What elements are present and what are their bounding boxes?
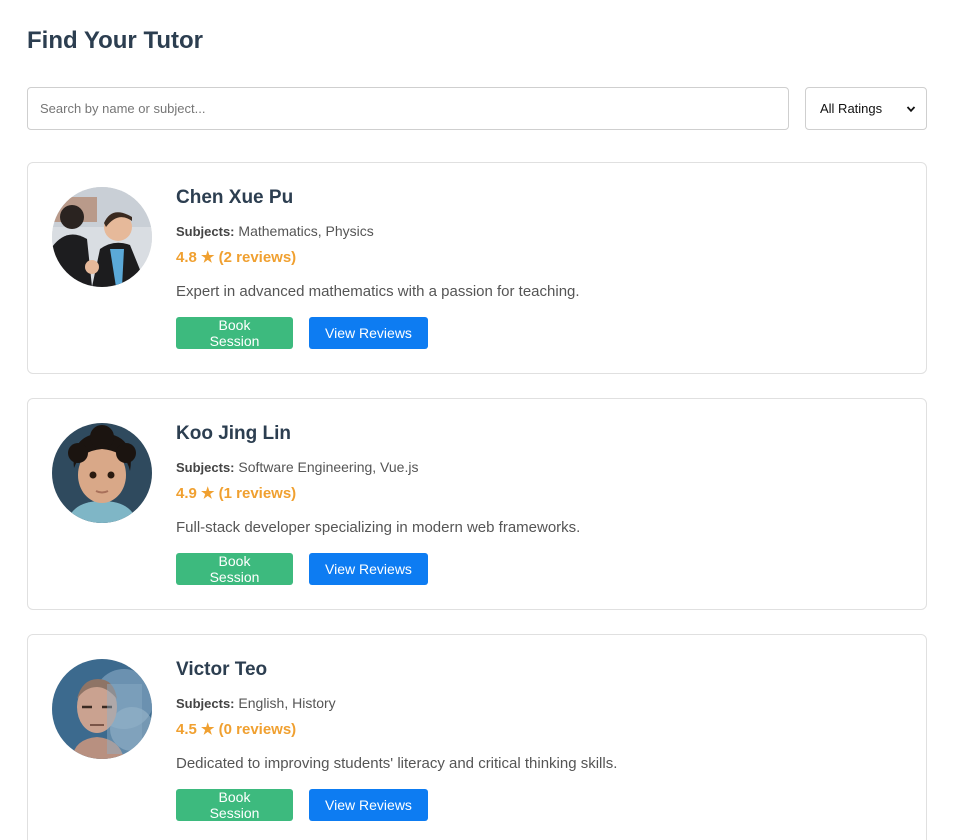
tutor-info: Victor Teo Subjects: English, History 4.… bbox=[176, 659, 896, 821]
tutor-rating: 4.8 ★ (2 reviews) bbox=[176, 249, 297, 266]
tutor-avatar bbox=[52, 187, 152, 287]
rating-filter-value: All Ratings bbox=[820, 101, 883, 116]
tutor-bio: Expert in advanced mathematics with a pa… bbox=[176, 283, 580, 300]
tutor-card: Victor Teo Subjects: English, History 4.… bbox=[27, 634, 927, 840]
tutor-rating: 4.5 ★ (0 reviews) bbox=[176, 721, 297, 738]
tutor-card: Chen Xue Pu Subjects: Mathematics, Physi… bbox=[27, 162, 927, 374]
tutor-name: Victor Teo bbox=[176, 659, 268, 680]
view-reviews-button[interactable]: View Reviews bbox=[309, 317, 428, 349]
subjects-value: English, History bbox=[238, 695, 336, 711]
subjects-label: Subjects: bbox=[176, 460, 235, 475]
book-session-button[interactable]: Book Session bbox=[176, 789, 293, 821]
tutor-info: Chen Xue Pu Subjects: Mathematics, Physi… bbox=[176, 187, 896, 349]
tutor-actions: Book Session View Reviews bbox=[176, 789, 896, 821]
book-session-button[interactable]: Book Session bbox=[176, 553, 293, 585]
tutor-list: Chen Xue Pu Subjects: Mathematics, Physi… bbox=[27, 162, 927, 840]
tutor-subjects: Subjects: Mathematics, Physics bbox=[176, 222, 896, 241]
book-session-button[interactable]: Book Session bbox=[176, 317, 293, 349]
tutor-card: Koo Jing Lin Subjects: Software Engineer… bbox=[27, 398, 927, 610]
subjects-label: Subjects: bbox=[176, 224, 235, 239]
tutor-actions: Book Session View Reviews bbox=[176, 553, 896, 585]
tutor-name: Chen Xue Pu bbox=[176, 187, 294, 208]
tutor-bio: Full-stack developer specializing in mod… bbox=[176, 519, 581, 536]
rating-filter-select[interactable]: All Ratings bbox=[805, 87, 927, 130]
page-title: Find Your Tutor bbox=[27, 27, 203, 54]
subjects-label: Subjects: bbox=[176, 696, 235, 711]
search-input[interactable] bbox=[27, 87, 789, 130]
view-reviews-button[interactable]: View Reviews bbox=[309, 789, 428, 821]
tutor-actions: Book Session View Reviews bbox=[176, 317, 896, 349]
subjects-value: Mathematics, Physics bbox=[238, 223, 374, 239]
subjects-value: Software Engineering, Vue.js bbox=[238, 459, 419, 475]
chevron-down-icon bbox=[906, 105, 916, 112]
view-reviews-button[interactable]: View Reviews bbox=[309, 553, 428, 585]
tutor-avatar bbox=[52, 423, 152, 523]
tutor-info: Koo Jing Lin Subjects: Software Engineer… bbox=[176, 423, 896, 585]
tutor-avatar bbox=[52, 659, 152, 759]
tutor-bio: Dedicated to improving students' literac… bbox=[176, 755, 618, 772]
tutor-name: Koo Jing Lin bbox=[176, 423, 292, 444]
tutor-subjects: Subjects: English, History bbox=[176, 694, 896, 713]
tutor-rating: 4.9 ★ (1 reviews) bbox=[176, 485, 297, 502]
tutor-subjects: Subjects: Software Engineering, Vue.js bbox=[176, 458, 896, 477]
